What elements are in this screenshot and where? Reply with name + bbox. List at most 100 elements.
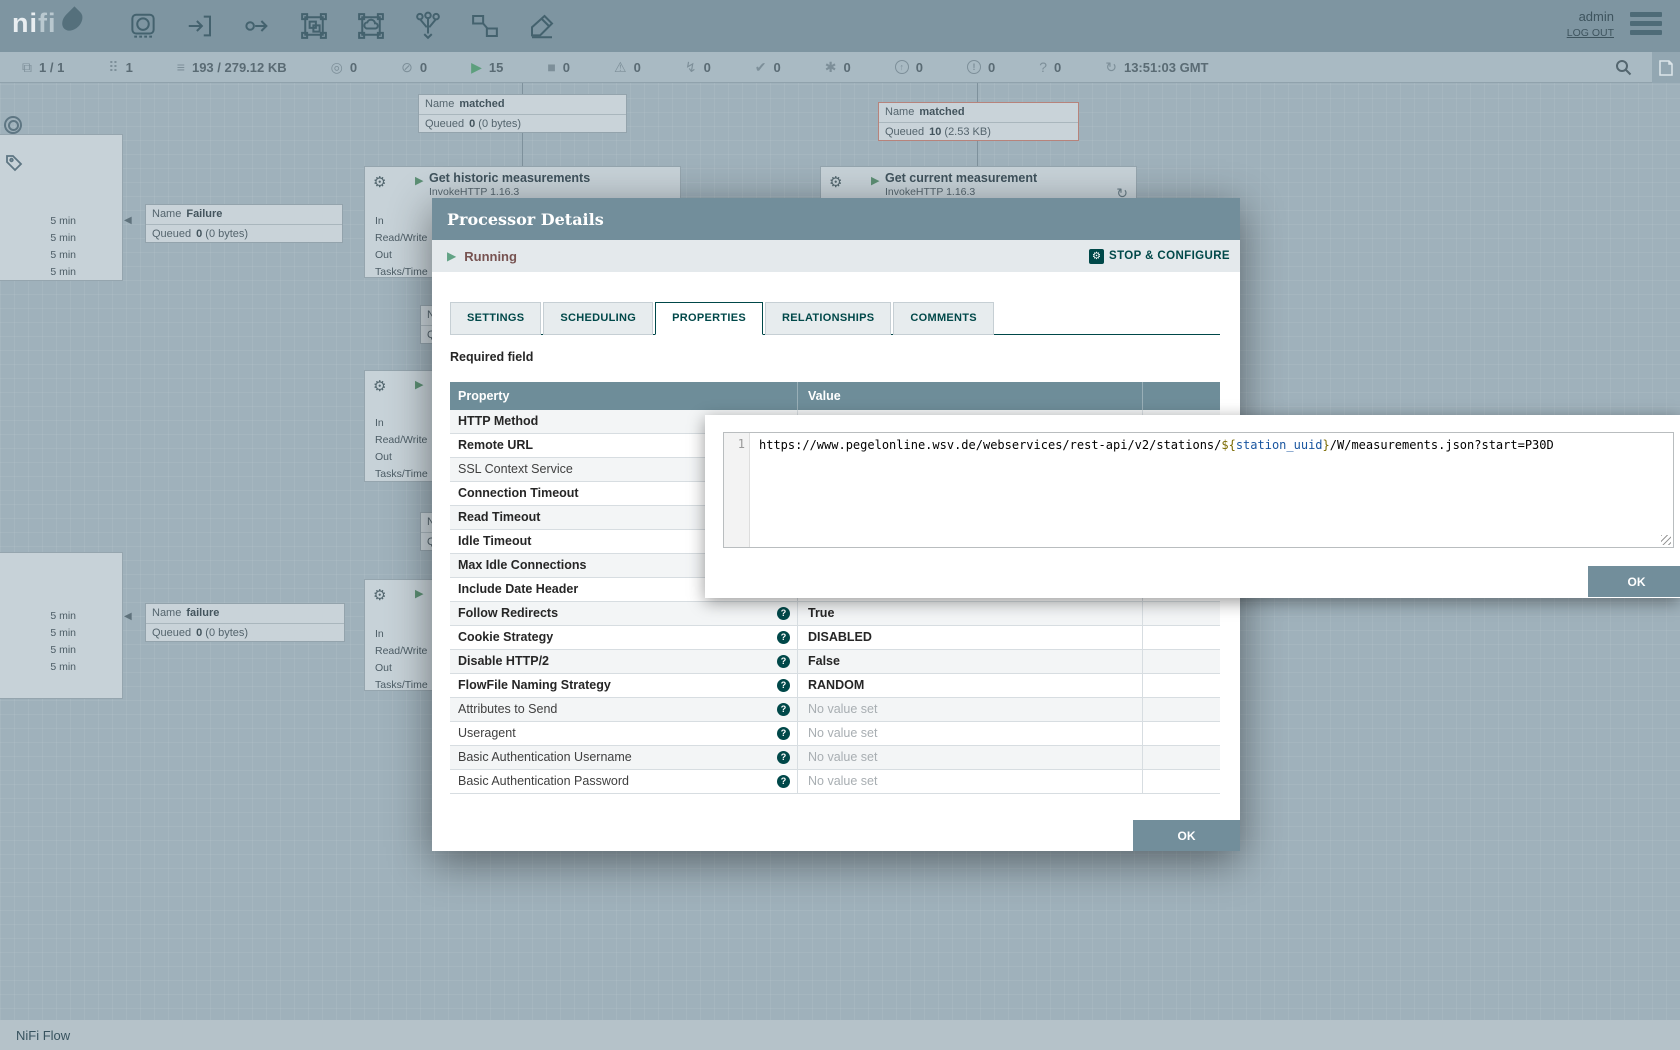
table-row: FlowFile Naming Strategy?RANDOM: [450, 674, 1220, 698]
connection-line: [522, 83, 523, 94]
run-status-icon: ▶: [415, 174, 423, 187]
connection-arrow-icon: ◀: [124, 215, 132, 226]
table-header: Property Value: [450, 382, 1220, 410]
label-icon[interactable]: [525, 10, 559, 42]
processor-type: InvokeHTTP 1.16.3: [885, 186, 975, 198]
up-to-date-icon: ✔: [755, 60, 767, 74]
run-status-icon: ▶: [415, 587, 423, 600]
run-status-icon: ▶: [415, 378, 423, 391]
disabled-icon: ↯: [685, 60, 697, 74]
table-row: Disable HTTP/2?False: [450, 650, 1220, 674]
running-status-icon: ▶: [447, 249, 456, 263]
cluster-count: 1 / 1: [39, 60, 64, 75]
queued-icon: ≡: [177, 60, 185, 74]
last-refresh-time: 13:51:03 GMT: [1124, 60, 1209, 75]
stop-configure-gear-icon: ⚙: [1089, 249, 1104, 264]
el-open: ${: [1221, 438, 1235, 452]
connection-label[interactable]: Namematched Queued10(2.53 KB): [878, 102, 1079, 141]
property-value[interactable]: No value set: [808, 726, 877, 740]
active-threads-count: 1: [126, 60, 133, 75]
connection-label[interactable]: Namematched Queued0(0 bytes): [418, 94, 627, 133]
el-attribute: station_uuid: [1236, 438, 1323, 452]
running-count: 15: [489, 60, 503, 75]
dialog-title: Processor Details: [447, 210, 604, 229]
connection-label[interactable]: Namefailure Queued0(0 bytes): [145, 603, 345, 642]
template-icon[interactable]: [468, 10, 502, 42]
table-row: Cookie Strategy?DISABLED: [450, 626, 1220, 650]
help-icon[interactable]: ?: [777, 775, 790, 788]
tab-relationships[interactable]: RELATIONSHIPS: [765, 302, 891, 335]
not-transmitting-count: 0: [420, 60, 427, 75]
property-value[interactable]: RANDOM: [808, 678, 864, 692]
locally-modified-stale-icon: !: [967, 60, 981, 74]
birdseye-toggle[interactable]: [1652, 52, 1680, 83]
disabled-count: 0: [704, 60, 711, 75]
tab-settings[interactable]: SETTINGS: [450, 302, 541, 335]
help-icon[interactable]: ?: [777, 655, 790, 668]
required-field-note: Required field: [450, 350, 533, 364]
remote-process-group-icon[interactable]: [354, 10, 388, 42]
flow-status-bar: ⧉1 / 1 ⠿1 ≡193 / 279.12 KB ◎0 ⊘0 ▶15 ■0 …: [0, 52, 1680, 83]
search-icon[interactable]: [1615, 59, 1632, 79]
help-icon[interactable]: ?: [777, 751, 790, 764]
processor-title: Get historic measurements: [429, 171, 590, 185]
column-header-value: Value: [798, 382, 1143, 410]
table-row: Basic Authentication Username?No value s…: [450, 746, 1220, 770]
property-value[interactable]: True: [808, 606, 834, 620]
processor-glyph-icon: ⚙: [373, 173, 386, 191]
property-value[interactable]: DISABLED: [808, 630, 872, 644]
help-icon[interactable]: ?: [777, 631, 790, 644]
connection-line: [522, 133, 523, 166]
stopped-count: 0: [563, 60, 570, 75]
invalid-icon: ⚠: [614, 60, 627, 74]
line-number: 1: [738, 437, 745, 451]
help-icon[interactable]: ?: [777, 727, 790, 740]
help-icon[interactable]: ?: [777, 679, 790, 692]
value-editor-popup: 1 https://www.pegelonline.wsv.de/webserv…: [705, 415, 1680, 598]
help-icon[interactable]: ?: [777, 703, 790, 716]
property-value[interactable]: False: [808, 654, 840, 668]
queued-count: 193 / 279.12 KB: [192, 60, 287, 75]
tab-properties[interactable]: PROPERTIES: [655, 302, 763, 335]
breadcrumb[interactable]: NiFi Flow: [16, 1028, 70, 1043]
editor-ok-button[interactable]: OK: [1588, 566, 1680, 597]
processor-partial[interactable]: 5 min 5 min 5 min 5 min: [0, 552, 123, 699]
output-port-icon[interactable]: [240, 10, 274, 42]
up-to-date-count: 0: [774, 60, 781, 75]
process-group-icon[interactable]: [297, 10, 331, 42]
nifi-drop-icon: [58, 6, 86, 34]
processor-icon[interactable]: [126, 10, 160, 42]
locally-modified-count: 0: [844, 60, 851, 75]
tab-comments[interactable]: COMMENTS: [893, 302, 994, 335]
dialog-status-row: ▶ Running ⚙ STOP & CONFIGURE: [432, 240, 1240, 272]
funnel-icon[interactable]: [411, 10, 445, 42]
stop-and-configure-button[interactable]: ⚙ STOP & CONFIGURE: [1089, 249, 1230, 264]
global-menu-icon[interactable]: [1630, 12, 1662, 35]
help-icon[interactable]: ?: [777, 607, 790, 620]
connection-line: [977, 83, 978, 102]
dialog-ok-button[interactable]: OK: [1133, 820, 1240, 851]
breadcrumb-bar: NiFi Flow: [0, 1020, 1680, 1050]
property-value[interactable]: No value set: [808, 702, 877, 716]
logout-link[interactable]: LOG OUT: [1567, 27, 1614, 39]
refresh-icon[interactable]: ↻: [1105, 60, 1117, 74]
tab-scheduling[interactable]: SCHEDULING: [543, 302, 653, 335]
stale-count: 0: [916, 60, 923, 75]
dialog-tabs: SETTINGS SCHEDULING PROPERTIES RELATIONS…: [450, 302, 996, 335]
sync-failure-icon: ?: [1039, 60, 1047, 74]
run-status-icon: ▶: [871, 174, 879, 187]
stop-circle-icon: [4, 116, 22, 134]
connection-label[interactable]: NameFailure Queued0(0 bytes): [145, 204, 343, 243]
property-value[interactable]: No value set: [808, 750, 877, 764]
component-toolbar: [126, 10, 559, 42]
locally-modified-icon: ✱: [825, 60, 837, 74]
value-editor[interactable]: 1 https://www.pegelonline.wsv.de/webserv…: [723, 432, 1674, 548]
resize-handle[interactable]: [1661, 535, 1671, 545]
property-value[interactable]: No value set: [808, 774, 877, 788]
not-transmitting-icon: ⊘: [401, 60, 413, 74]
input-port-icon[interactable]: [183, 10, 217, 42]
processor-title: Get current measurement: [885, 171, 1037, 185]
value-code-input[interactable]: https://www.pegelonline.wsv.de/webservic…: [751, 433, 1673, 547]
table-row: Useragent?No value set: [450, 722, 1220, 746]
stopped-icon: ■: [547, 60, 555, 74]
